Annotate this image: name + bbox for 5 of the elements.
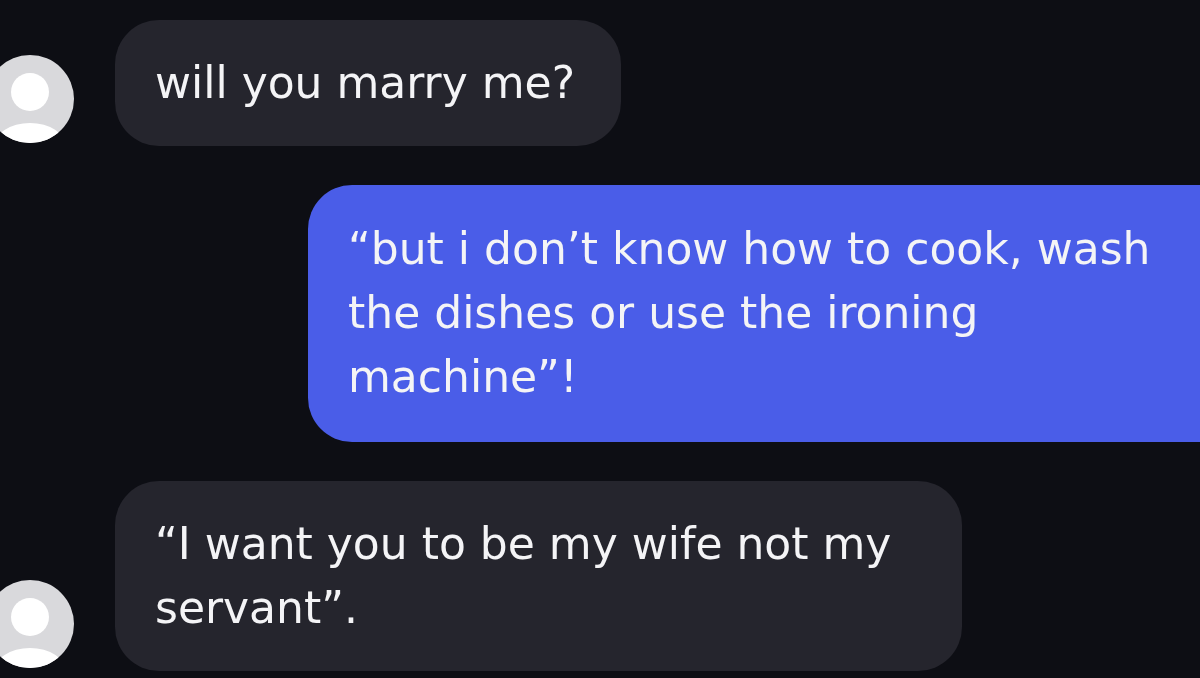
message-text: “I want you to be my wife not my servant”. bbox=[155, 517, 893, 635]
person-avatar-icon bbox=[0, 580, 74, 668]
person-avatar-icon bbox=[0, 55, 74, 143]
message-text: will you marry me? bbox=[155, 56, 576, 110]
message-text: “but i don’t know how to cook, wash the dishes or use the ironing machine”! bbox=[348, 222, 1152, 404]
